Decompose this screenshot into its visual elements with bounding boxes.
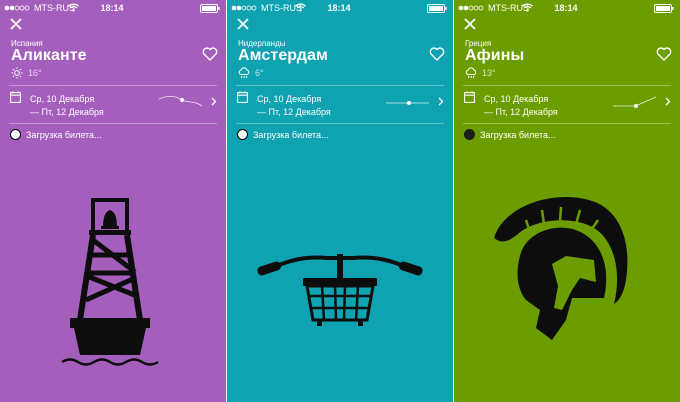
date-to: — Пт, 12 Декабря [30,107,104,117]
status-text: Загрузка билета... [480,130,556,140]
rain-cloud-icon [465,67,477,79]
date-from: Ср, 10 Декабря [257,94,322,104]
status-indicator [237,129,248,140]
calendar-icon [237,91,248,103]
date-from: Ср, 10 Декабря [484,94,549,104]
close-icon[interactable] [236,17,250,31]
sun-icon [11,67,23,79]
divider [236,123,444,124]
chevron-right-icon [665,97,671,106]
city-title: Амстердам [238,47,328,64]
battery-icon [654,4,674,13]
temperature: 13° [482,68,496,78]
battery-icon [200,4,220,13]
spartan-helmet-illustration [494,196,628,340]
temperature: 6° [255,68,264,78]
city-title: Аликанте [11,47,87,64]
divider [463,123,671,124]
chevron-right-icon [438,97,444,106]
city-card-amsterdam: MTS-RUS 18:14 Нидерланды Амстердам 6° Ср… [227,0,453,402]
clock: 18:14 [554,3,578,13]
buoy-illustration [61,198,159,366]
city-card-alicante: MTS-RUS 18:14 Испания Аликанте 16° Ср, 1… [0,0,226,402]
rain-cloud-icon [238,67,250,79]
clock: 18:14 [327,3,351,13]
clock: 18:14 [100,3,124,13]
city-card-athens: MTS-RUS 18:14 Греция Афины 13° Ср, 10 Де… [454,0,680,402]
heart-outline-icon[interactable] [202,47,218,61]
status-indicator [10,129,21,140]
divider [9,123,217,124]
status-text: Загрузка билета... [26,130,102,140]
bicycle-basket-illustration [257,254,423,326]
status-bar: MTS-RUS 18:14 [4,2,220,14]
date-from: Ср, 10 Декабря [30,94,95,104]
price-trend-sparkline [386,101,429,105]
date-to: — Пт, 12 Декабря [484,107,558,117]
travel-dates-row[interactable]: Ср, 10 Декабря — Пт, 12 Декабря [227,86,453,123]
close-icon[interactable] [9,17,23,31]
close-icon[interactable] [463,17,477,31]
date-to: — Пт, 12 Декабря [257,107,331,117]
heart-outline-icon[interactable] [656,47,672,61]
travel-dates-row[interactable]: Ср, 10 Декабря — Пт, 12 Декабря [454,86,680,123]
battery-icon [427,4,447,13]
city-title: Афины [465,47,525,64]
status-bar: MTS-RUS 18:14 [231,2,447,14]
price-trend-sparkline [158,96,203,107]
calendar-icon [10,91,21,103]
travel-dates-row[interactable]: Ср, 10 Декабря — Пт, 12 Декабря [0,86,226,123]
chevron-right-icon [211,97,217,106]
status-text: Загрузка билета... [253,130,329,140]
status-indicator [464,129,475,140]
calendar-icon [464,91,475,103]
price-trend-sparkline [613,96,657,108]
heart-outline-icon[interactable] [429,47,445,61]
status-bar: MTS-RUS 18:14 [458,2,674,14]
temperature: 16° [28,68,42,78]
